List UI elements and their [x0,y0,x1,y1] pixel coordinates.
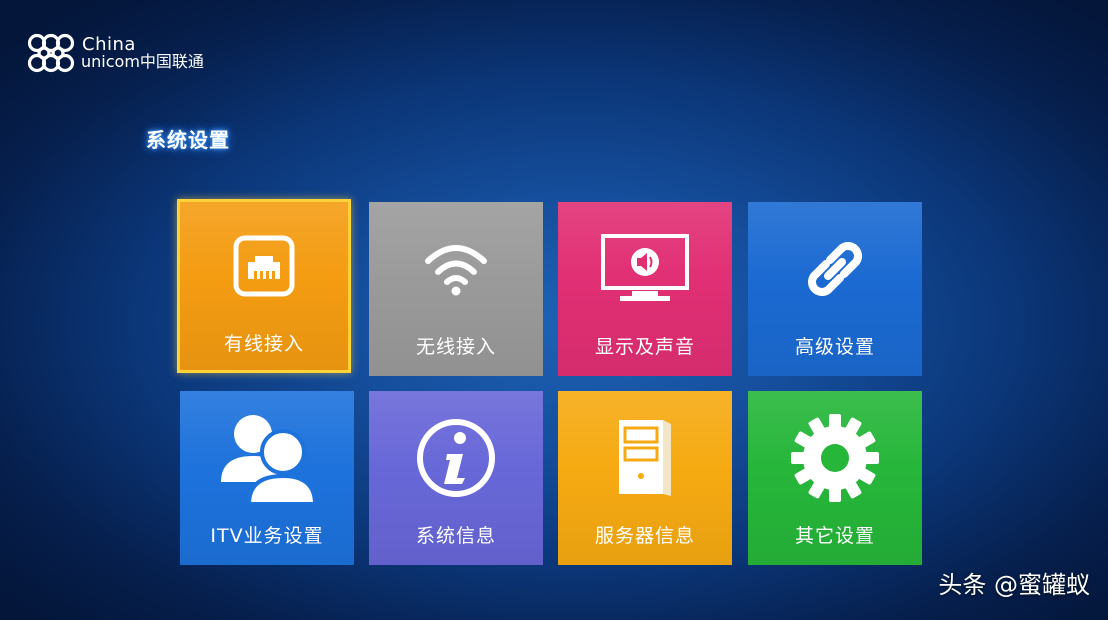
tile-advanced-settings[interactable]: 高级设置 [748,202,922,376]
unicom-knot-icon [27,33,75,73]
china-unicom-logo: China unicom中国联通 [24,30,224,80]
tile-wireless-access[interactable]: 无线接入 [369,202,543,376]
monitor-speaker-icon [558,226,732,312]
tile-label: ITV业务设置 [210,525,324,547]
server-icon [558,415,732,501]
link-chain-icon [748,226,922,312]
users-icon [180,415,354,504]
wifi-icon [369,226,543,312]
page-title: 系统设置 [146,128,230,152]
info-icon [369,415,543,501]
tile-label: 无线接入 [415,336,496,358]
tile-display-sound[interactable]: 显示及声音 [558,202,732,376]
gear-icon [748,414,922,502]
tile-wired-access[interactable]: 有线接入 [177,199,351,373]
tile-system-info[interactable]: 系统信息 [369,391,543,565]
watermark-text: 头条 @蜜罐蚁 [938,571,1090,599]
tile-label: 高级设置 [794,336,875,358]
tile-label: 其它设置 [794,525,875,547]
tile-label: 有线接入 [223,333,304,355]
tile-other-settings[interactable]: 其它设置 [748,391,922,565]
tile-label: 系统信息 [415,525,496,547]
ethernet-port-icon [180,223,348,309]
tile-label: 服务器信息 [594,525,695,547]
brand-name-cn: unicom中国联通 [81,52,204,71]
tile-itv-service-settings[interactable]: ITV业务设置 [180,391,354,565]
tile-server-info[interactable]: 服务器信息 [558,391,732,565]
tile-label: 显示及声音 [594,336,695,358]
